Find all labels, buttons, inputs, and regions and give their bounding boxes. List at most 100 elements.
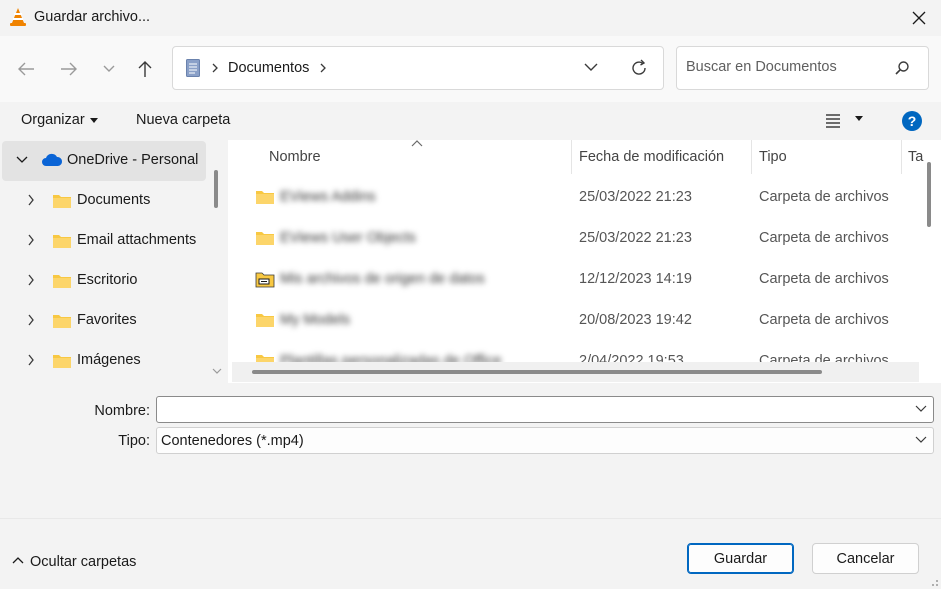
- file-date: 25/03/2022 21:23: [579, 230, 692, 246]
- scrollbar-thumb[interactable]: [214, 170, 218, 208]
- resize-grip-icon[interactable]: [929, 577, 939, 587]
- sidebar-item-label: Escritorio: [77, 272, 138, 288]
- folder-icon: [53, 235, 71, 248]
- file-name-combobox[interactable]: [156, 396, 934, 423]
- scrollbar-thumb[interactable]: [927, 162, 931, 227]
- chevron-right-icon[interactable]: [318, 60, 328, 76]
- refresh-icon[interactable]: [629, 58, 649, 78]
- column-divider[interactable]: [751, 140, 752, 174]
- address-bar[interactable]: Documentos: [172, 46, 664, 90]
- navigation-pane: OneDrive - Personal Documents Email atta…: [0, 140, 228, 383]
- scrollbar-thumb[interactable]: [252, 370, 822, 374]
- command-bar: Organizar Nueva carpeta ?: [0, 102, 941, 140]
- search-box[interactable]: [676, 46, 929, 90]
- folder-icon: [53, 195, 71, 208]
- list-item[interactable]: Mis archivos de origen de datos 12/12/20…: [228, 260, 918, 301]
- sort-ascending-icon: [411, 140, 423, 147]
- file-name: Mis archivos de origen de datos: [280, 271, 485, 287]
- type-label: Tipo:: [118, 433, 150, 449]
- sidebar-scrollbar[interactable]: [207, 140, 227, 383]
- column-header-type[interactable]: Tipo: [759, 140, 787, 174]
- hide-folders-button[interactable]: Ocultar carpetas: [12, 554, 136, 570]
- save-button[interactable]: Guardar: [687, 543, 794, 574]
- save-form: Nombre: Tipo: Contenedores (*.mp4): [0, 383, 941, 518]
- back-button[interactable]: [13, 56, 39, 82]
- vertical-scrollbar[interactable]: [921, 140, 941, 383]
- up-button[interactable]: [132, 56, 158, 82]
- documents-icon: [186, 59, 200, 77]
- chevron-down-icon[interactable]: [16, 156, 28, 164]
- horizontal-scrollbar[interactable]: [232, 362, 919, 382]
- folder-icon: [256, 232, 274, 245]
- column-header-name[interactable]: Nombre: [269, 140, 321, 174]
- folder-icon: [256, 314, 274, 327]
- file-type: Carpeta de archivos: [759, 312, 889, 328]
- help-button[interactable]: ?: [902, 111, 922, 131]
- chevron-down-icon: [103, 65, 115, 72]
- file-type-select[interactable]: Contenedores (*.mp4): [156, 427, 934, 454]
- folder-icon: [256, 191, 274, 204]
- organize-menu[interactable]: Organizar: [21, 112, 98, 128]
- search-icon[interactable]: [894, 60, 910, 76]
- sidebar-item-email-attachments[interactable]: Email attachments: [2, 221, 206, 261]
- chevron-right-icon[interactable]: [27, 274, 35, 286]
- list-item[interactable]: EViews Addins 25/03/2022 21:23 Carpeta d…: [228, 178, 918, 219]
- caret-down-icon[interactable]: [855, 116, 863, 121]
- arrow-up-icon: [138, 61, 152, 77]
- new-folder-button[interactable]: Nueva carpeta: [136, 112, 230, 128]
- file-type: Carpeta de archivos: [759, 230, 889, 246]
- breadcrumb-documentos[interactable]: Documentos: [228, 60, 309, 76]
- arrow-right-icon: [61, 62, 77, 76]
- sidebar-item-imagenes[interactable]: Imágenes: [2, 341, 206, 381]
- close-button[interactable]: [897, 0, 941, 36]
- sidebar-item-onedrive[interactable]: OneDrive - Personal: [2, 141, 206, 181]
- column-header-date[interactable]: Fecha de modificación: [579, 140, 724, 174]
- file-name: EViews Addins: [280, 189, 376, 205]
- caret-down-icon: [89, 117, 98, 123]
- folder-icon: [53, 275, 71, 288]
- forward-button[interactable]: [56, 56, 82, 82]
- sidebar-item-label: OneDrive - Personal: [67, 152, 199, 168]
- title-bar: Guardar archivo...: [0, 0, 941, 36]
- sidebar-item-label: Imágenes: [77, 352, 141, 368]
- column-divider[interactable]: [901, 140, 902, 174]
- chevron-right-icon[interactable]: [27, 314, 35, 326]
- view-list-icon[interactable]: [824, 111, 842, 129]
- chevron-right-icon[interactable]: [27, 234, 35, 246]
- chevron-down-icon[interactable]: [915, 436, 927, 444]
- list-item[interactable]: My Models 20/08/2023 19:42 Carpeta de ar…: [228, 301, 918, 342]
- chevron-right-icon[interactable]: [27, 354, 35, 366]
- list-item[interactable]: EViews User Objects 25/03/2022 21:23 Car…: [228, 219, 918, 260]
- arrow-left-icon: [18, 62, 34, 76]
- file-name: EViews User Objects: [280, 230, 416, 246]
- sidebar-item-favorites[interactable]: Favorites: [2, 301, 206, 341]
- scroll-down-icon[interactable]: [212, 368, 222, 374]
- cancel-button[interactable]: Cancelar: [812, 543, 919, 574]
- file-date: 12/12/2023 14:19: [579, 271, 692, 287]
- data-sources-folder-icon: [255, 272, 275, 288]
- file-type: Carpeta de archivos: [759, 189, 889, 205]
- folder-icon: [53, 315, 71, 328]
- sidebar-item-label: Documents: [77, 192, 151, 208]
- sidebar-item-escritorio[interactable]: Escritorio: [2, 261, 206, 301]
- onedrive-cloud-icon: [42, 153, 63, 166]
- navigation-bar: Documentos: [0, 36, 941, 102]
- chevron-right-icon: [212, 63, 218, 73]
- file-date: 20/08/2023 19:42: [579, 312, 692, 328]
- folder-icon: [53, 355, 71, 368]
- file-name: My Models: [280, 312, 351, 328]
- column-divider[interactable]: [571, 140, 572, 174]
- chevron-right-icon[interactable]: [27, 194, 35, 206]
- chevron-down-icon[interactable]: [915, 405, 927, 413]
- close-icon: [912, 11, 926, 25]
- sidebar-item-documents[interactable]: Documents: [2, 181, 206, 221]
- dialog-footer: Ocultar carpetas Guardar Cancelar: [0, 518, 941, 589]
- window-title: Guardar archivo...: [34, 9, 151, 25]
- address-dropdown-icon[interactable]: [583, 61, 599, 73]
- file-type: Carpeta de archivos: [759, 271, 889, 287]
- search-input[interactable]: [686, 59, 886, 75]
- sidebar-item-label: Email attachments: [77, 232, 197, 248]
- file-type-value: Contenedores (*.mp4): [161, 433, 304, 449]
- recent-locations-button[interactable]: [96, 56, 122, 82]
- file-date: 25/03/2022 21:23: [579, 189, 692, 205]
